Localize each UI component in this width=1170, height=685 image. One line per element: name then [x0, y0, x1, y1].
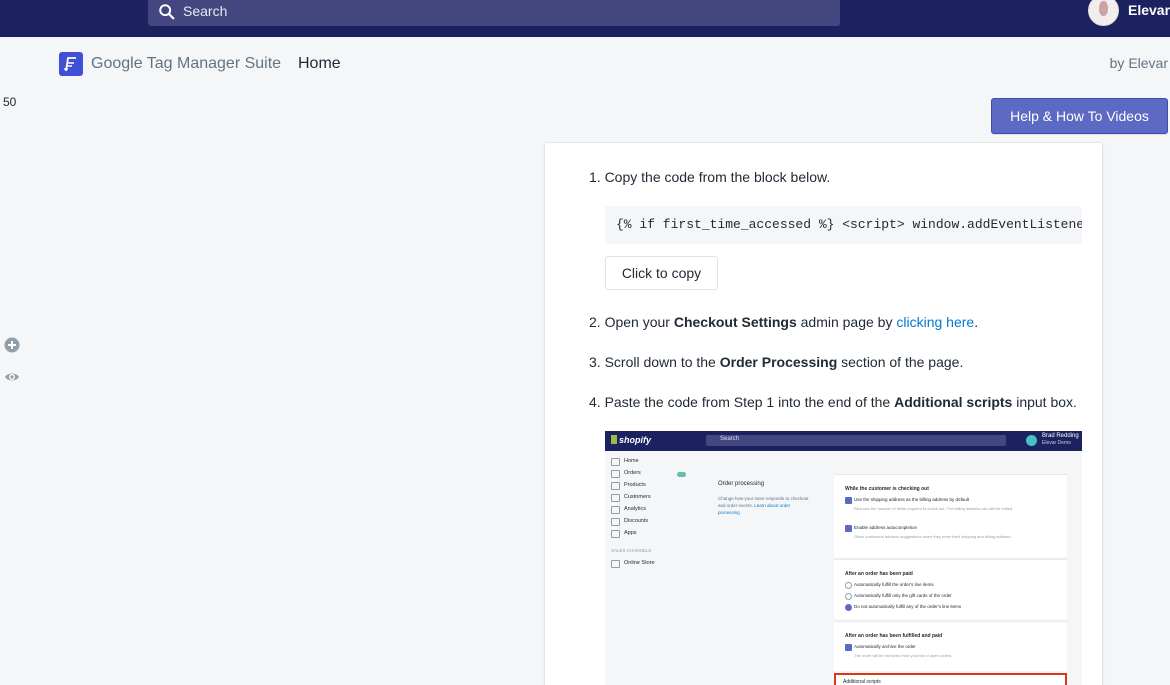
shopify-search-label: Search [720, 436, 740, 442]
user-menu[interactable]: Elevar [1088, 0, 1170, 26]
order-processing-label: Order Processing [719, 354, 838, 370]
shopify-nav-item: Analytics [611, 506, 655, 518]
shopify-section-desc: Change how your store responds to checko… [718, 495, 813, 516]
shopify-nav: Home Orders Products Customers Analytics… [611, 458, 655, 572]
search-icon [159, 4, 175, 20]
shopify-checkout-header: While the customer is checking out [845, 486, 929, 492]
shopify-orders-badge [677, 472, 686, 477]
shopify-nav-item: Customers [611, 494, 655, 506]
shopify-section-title: Order processing [718, 481, 765, 487]
shopify-user-store: Elevar Demo [1042, 440, 1071, 446]
shopify-paid-opt-3: Do not automatically fulfill any of the … [845, 604, 961, 611]
app-header: Google Tag Manager Suite Home by Elevar [0, 37, 1170, 90]
code-block[interactable]: {% if first_time_accessed %} <script> wi… [605, 206, 1082, 244]
shopify-fulfilled-panel: After an order has been fulfilled and pa… [834, 621, 1067, 671]
shopify-nav-item: Apps [611, 530, 655, 542]
instructions-card: 1. Copy the code from the block below. {… [545, 143, 1102, 685]
shopify-nav-item: Home [611, 458, 655, 470]
step-2-period: . [974, 314, 979, 330]
step-3-text: 3. Scroll down to the [589, 354, 720, 370]
copy-button[interactable]: Click to copy [605, 256, 718, 290]
shopify-opt-autocomplete-sub: Gives customers address suggestions when… [854, 534, 1012, 539]
step-1: 1. Copy the code from the block below. [589, 169, 831, 185]
shopify-checkout-panel: While the customer is checking out Use t… [834, 474, 1067, 557]
user-name[interactable]: Elevar [1128, 2, 1170, 18]
additional-scripts-label: Additional scripts [894, 394, 1013, 410]
shopify-screenshot: shopify Search Brad Redding Elevar Demo … [605, 431, 1082, 685]
shopify-nav-item: Orders [611, 470, 655, 482]
help-videos-button[interactable]: Help & How To Videos [991, 98, 1168, 134]
app-name[interactable]: Google Tag Manager Suite [91, 55, 281, 73]
search-input[interactable]: Search [148, 0, 840, 26]
shopify-nav-item: Products [611, 482, 655, 494]
shopify-avatar [1026, 435, 1037, 446]
shopify-fulfilled-sub: The order will be removed from your list… [854, 653, 953, 658]
step-2: 2. Open your Checkout Settings admin pag… [589, 314, 978, 330]
plus-circle-icon[interactable] [4, 337, 20, 353]
shopify-additional-scripts-box: Additional scripts [834, 673, 1067, 685]
step-4: 4. Paste the code from Step 1 into the e… [589, 394, 1077, 410]
step-2-text-mid: admin page by [796, 314, 897, 330]
shopify-fulfilled-header: After an order has been fulfilled and pa… [845, 633, 943, 639]
breadcrumb: Home [298, 55, 341, 72]
step-4-text: 4. Paste the code from Step 1 into the e… [589, 394, 895, 410]
search-placeholder: Search [183, 3, 228, 19]
step-2-text: 2. Open your [589, 314, 674, 330]
step-4-text-end: input box. [1012, 394, 1077, 410]
app-logo-icon [59, 52, 83, 76]
shopify-opt-shipping-sub: Reduces the number of fields required to… [854, 506, 1014, 511]
shopify-topbar: shopify Search Brad Redding Elevar Demo [605, 431, 1082, 451]
shopify-paid-panel: After an order has been paid Automatical… [834, 559, 1067, 619]
eye-icon[interactable] [4, 369, 20, 385]
code-text: {% if first_time_accessed %} <script> wi… [616, 217, 1082, 232]
shopify-paid-header: After an order has been paid [845, 571, 913, 577]
shopify-opt-autocomplete: Enable address autocompletion [845, 525, 917, 532]
shopify-fulfilled-opt: Automatically archive the order [845, 644, 916, 651]
clicking-here-link[interactable]: clicking here [896, 314, 974, 330]
shopify-logo: shopify [611, 435, 651, 445]
avatar[interactable] [1088, 0, 1119, 26]
shopify-search: Search [706, 435, 1006, 446]
shopify-additional-scripts-label: Additional scripts [843, 679, 881, 685]
zoom-level: 50 [3, 95, 17, 109]
checkout-settings-label: Checkout Settings [673, 314, 797, 330]
top-bar: Search Elevar [0, 0, 1170, 37]
shopify-sales-channels: SALES CHANNELS [611, 548, 652, 553]
shopify-paid-opt-1: Automatically fulfill the order's line i… [845, 582, 934, 589]
shopify-nav-item: Online Store [611, 560, 655, 572]
step-3: 3. Scroll down to the Order Processing s… [589, 354, 963, 370]
app-byline: by Elevar [1109, 55, 1168, 71]
shopify-paid-opt-2: Automatically fulfill only the gift card… [845, 593, 952, 600]
shopify-user-name: Brad Redding [1042, 433, 1079, 439]
shopify-opt-shipping: Use the shipping address as the billing … [845, 497, 969, 504]
step-3-text-end: section of the page. [837, 354, 964, 370]
shopify-user: Brad Redding Elevar Demo [1042, 433, 1079, 447]
shopify-nav-item: Discounts [611, 518, 655, 530]
